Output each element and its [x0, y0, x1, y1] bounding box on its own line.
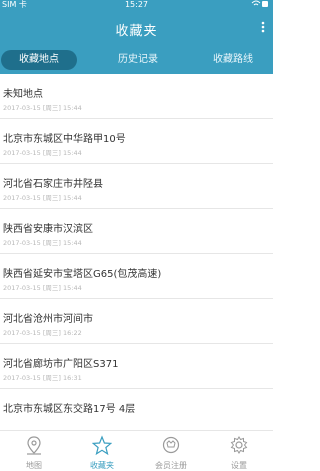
- tabbar-favorites[interactable]: 收藏夹: [68, 431, 136, 471]
- tab-history[interactable]: 历史记录: [100, 50, 176, 70]
- list-item[interactable]: 陕西省安康市汉滨区 2017-03-15 [周三] 15:44: [0, 209, 273, 254]
- tabbar-settings-label: 设置: [231, 461, 247, 470]
- item-name: 未知地点: [3, 89, 43, 100]
- item-date: 2017-03-15 [周三] 15:44: [3, 239, 82, 247]
- item-name: 陕西省安康市汉滨区: [3, 224, 93, 235]
- list-item[interactable]: 陕西省延安市宝塔区G65(包茂高速) 2017-03-15 [周三] 15:44: [0, 254, 273, 299]
- tabbar-settings[interactable]: 设置: [205, 431, 273, 471]
- tabbar-favorites-label: 收藏夹: [90, 461, 114, 470]
- star-icon: [92, 435, 112, 456]
- item-date: 2017-03-15 [周三] 16:31: [3, 374, 82, 382]
- map-pin-icon: [27, 436, 41, 455]
- item-name: 河北省石家庄市井陉县: [3, 179, 103, 190]
- page-title: 收藏夹: [115, 24, 158, 39]
- item-date: 2017-03-15 [周三] 15:44: [3, 104, 82, 112]
- status-bar: SIM 卡 15:27: [0, 0, 273, 10]
- status-time: 15:27: [124, 0, 149, 9]
- header-bar: 收藏夹: [0, 10, 273, 46]
- item-date: 2017-03-15 [周三] 15:44: [3, 194, 82, 202]
- tabbar-map[interactable]: 地图: [0, 431, 68, 471]
- bottom-tab-bar: 地图 收藏夹 会员注册 设置: [0, 430, 273, 471]
- item-name: 北京市东城区中华路甲10号: [3, 134, 126, 145]
- list-item[interactable]: 北京市东城区东交路17号 4层: [0, 389, 273, 430]
- tab-favorite-routes[interactable]: 收藏路线: [195, 50, 271, 70]
- tab-favorite-places[interactable]: 收藏地点: [1, 50, 77, 70]
- item-name: 陕西省延安市宝塔区G65(包茂高速): [3, 269, 162, 280]
- tabbar-map-label: 地图: [26, 461, 42, 470]
- list-item[interactable]: 河北省沧州市河间市 2017-03-15 [周三] 16:22: [0, 299, 273, 344]
- list-item[interactable]: 河北省石家庄市井陉县 2017-03-15 [周三] 15:44: [0, 164, 273, 209]
- item-date: 2017-03-15 [周三] 15:44: [3, 284, 82, 292]
- tabbar-member-label: 会员注册: [155, 461, 187, 470]
- item-date: 2017-03-15 [周三] 15:44: [3, 149, 82, 157]
- tabbar-member[interactable]: 会员注册: [137, 431, 205, 471]
- item-name: 河北省沧州市河间市: [3, 314, 93, 325]
- list-item[interactable]: 河北省廊坊市广阳区S371 2017-03-15 [周三] 16:31: [0, 344, 273, 389]
- more-icon[interactable]: [259, 20, 267, 37]
- member-icon: [162, 436, 180, 454]
- item-name: 北京市东城区东交路17号 4层: [3, 404, 136, 415]
- list-item[interactable]: 未知地点 2017-03-15 [周三] 15:44: [0, 74, 273, 119]
- tab-strip: 收藏地点 历史记录 收藏路线: [0, 46, 273, 74]
- item-name: 河北省廊坊市广阳区S371: [3, 359, 119, 370]
- list-item[interactable]: 北京市东城区中华路甲10号 2017-03-15 [周三] 15:44: [0, 119, 273, 164]
- gear-icon: [230, 436, 248, 454]
- favorites-list: 未知地点 2017-03-15 [周三] 15:44 北京市东城区中华路甲10号…: [0, 74, 273, 430]
- item-date: 2017-03-15 [周三] 16:22: [3, 329, 82, 337]
